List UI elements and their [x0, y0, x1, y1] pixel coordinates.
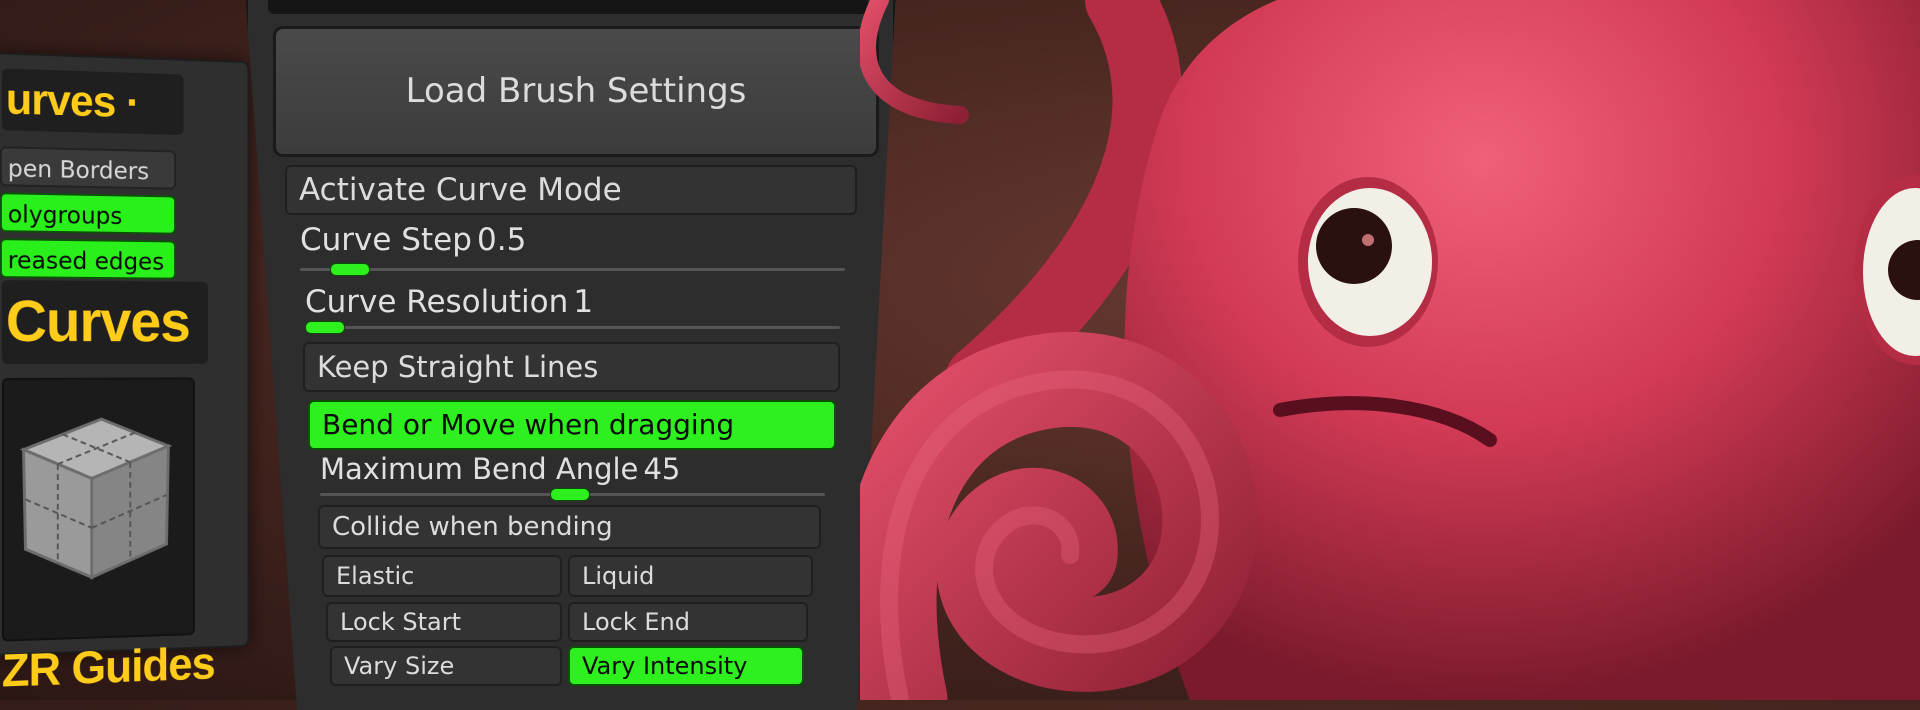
curve-options-panel: urves · pen Borders olygroups reased edg… — [0, 52, 250, 697]
creased-edges-button[interactable]: reased edges — [0, 238, 176, 280]
maximum-bend-angle-label: Maximum Bend Angle — [320, 452, 639, 486]
curve-step-slider[interactable]: Curve Step 0.5 — [300, 222, 850, 276]
brush-thumbnail[interactable] — [1, 377, 195, 642]
panel-top-bar — [268, 0, 868, 14]
panel-title-curves: urves · — [1, 68, 184, 136]
open-borders-button[interactable]: pen Borders — [0, 146, 176, 190]
curve-resolution-label: Curve Resolution — [305, 284, 569, 320]
vary-size-button[interactable]: Vary Size — [330, 646, 562, 686]
lock-start-button[interactable]: Lock Start — [326, 602, 562, 642]
canvas-viewport[interactable] — [841, 0, 1920, 710]
load-brush-settings-button[interactable]: Load Brush Settings — [273, 26, 879, 157]
maximum-bend-angle-slider[interactable]: Maximum Bend Angle 45 — [320, 452, 830, 502]
liquid-button[interactable]: Liquid — [568, 555, 813, 597]
maximum-bend-angle-value: 45 — [643, 452, 681, 486]
octopus-model — [841, 0, 1920, 710]
curve-step-knob[interactable] — [330, 263, 370, 276]
polygroups-button[interactable]: olygroups — [0, 192, 176, 235]
elastic-button[interactable]: Elastic — [322, 555, 562, 597]
keep-straight-lines-button[interactable]: Keep Straight Lines — [303, 342, 840, 392]
curve-step-label: Curve Step — [300, 222, 472, 258]
bend-or-move-button[interactable]: Bend or Move when dragging — [308, 400, 836, 450]
collide-when-bending-button[interactable]: Collide when bending — [318, 505, 821, 549]
panel-title-curves-large: Curves · — [1, 280, 209, 438]
curve-step-value: 0.5 — [477, 222, 527, 258]
curve-resolution-value: 1 — [573, 284, 594, 320]
lock-end-button[interactable]: Lock End — [568, 602, 808, 642]
cube-icon — [4, 379, 193, 639]
curve-resolution-slider[interactable]: Curve Resolution 1 — [305, 284, 845, 334]
activate-curve-mode-button[interactable]: Activate Curve Mode — [285, 165, 857, 215]
vary-intensity-button[interactable]: Vary Intensity — [568, 646, 804, 686]
zr-guides-label: ZR Guides — [1, 637, 215, 697]
maximum-bend-angle-knob[interactable] — [550, 488, 590, 501]
brush-curve-panel: Load Brush Settings Activate Curve Mode … — [245, 0, 896, 710]
curve-resolution-knob[interactable] — [305, 321, 345, 334]
